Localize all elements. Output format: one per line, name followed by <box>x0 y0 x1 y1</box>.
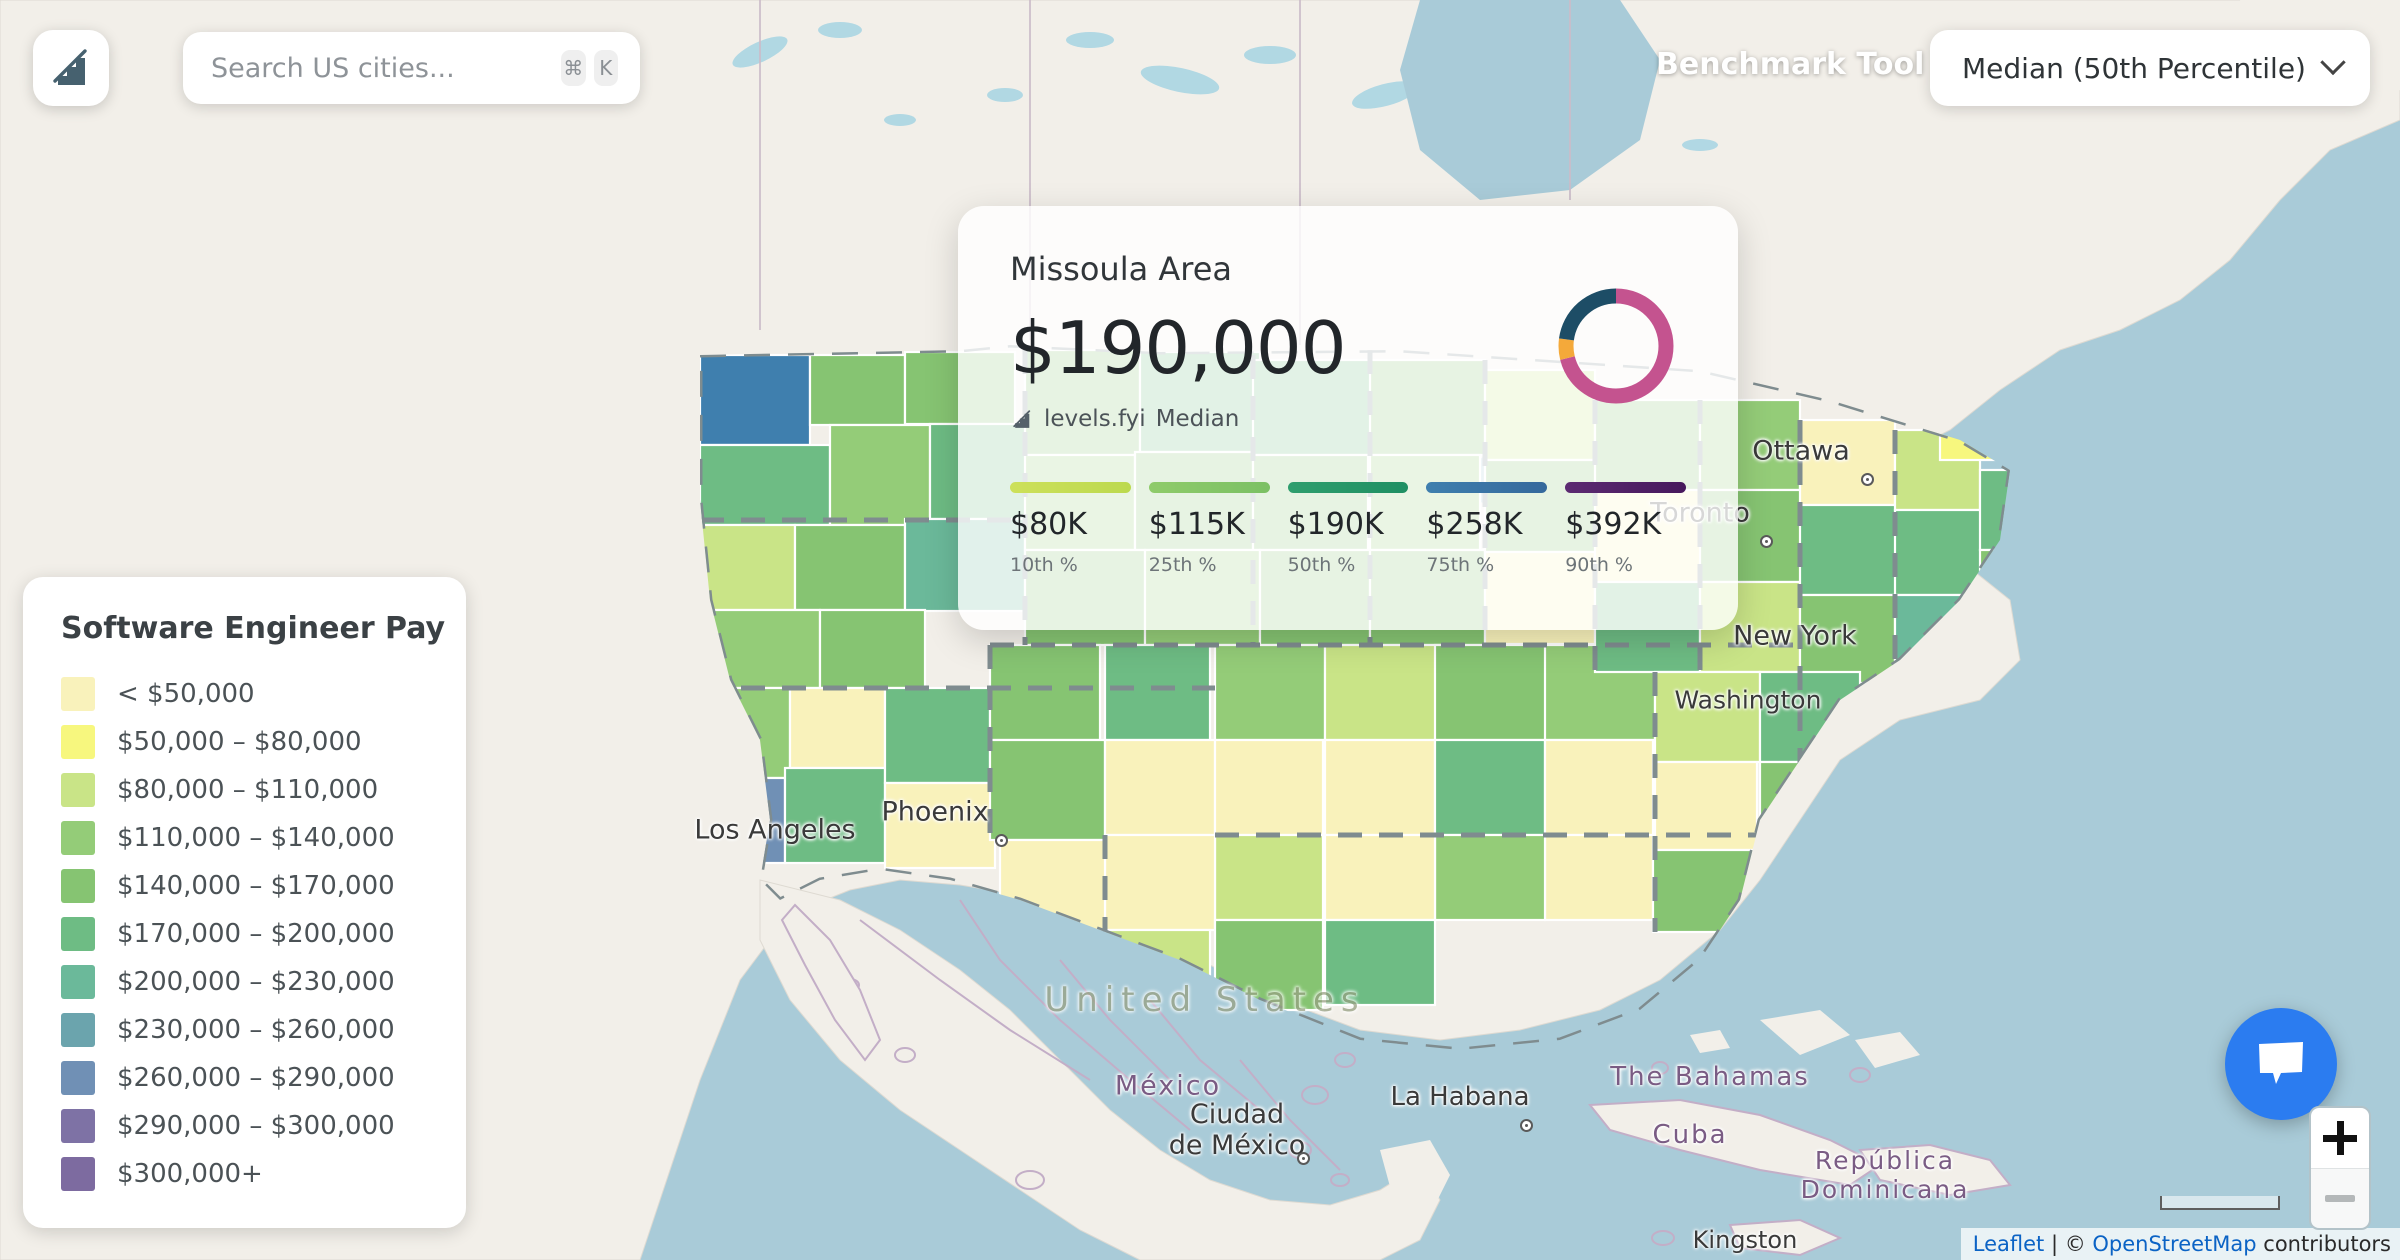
zoom-in-button[interactable] <box>2311 1108 2369 1168</box>
legend-item-label: $230,000 – $260,000 <box>117 1015 395 1045</box>
legend-item[interactable]: $230,000 – $260,000 <box>61 1006 466 1054</box>
legend-item-label: $200,000 – $230,000 <box>117 967 395 997</box>
minus-icon <box>2325 1195 2355 1202</box>
levels-fyi-logo-button[interactable] <box>33 30 109 106</box>
attribution-separator: | © <box>2044 1232 2093 1256</box>
map-application: OttawaTorontoNew YorkPhoenixLos AngelesW… <box>0 0 2400 1260</box>
percentile-value: $190K <box>1287 507 1384 542</box>
percentile-value: $392K <box>1565 507 1662 542</box>
percentile-label: 90th % <box>1565 554 1633 576</box>
legend-item-label: $290,000 – $300,000 <box>117 1111 395 1141</box>
legend-item-label: $260,000 – $290,000 <box>117 1063 395 1093</box>
legend-item-label: $50,000 – $80,000 <box>117 727 362 757</box>
legend-color-swatch <box>61 965 95 999</box>
percentile-cell: $258K 75th % <box>1426 482 1548 576</box>
benchmark-tool-link[interactable]: Benchmark Tool → <box>1656 47 1960 82</box>
chat-support-button[interactable] <box>2225 1008 2337 1120</box>
card-source-brand: levels.fyi <box>1044 406 1146 432</box>
legend-color-swatch <box>61 773 95 807</box>
percentile-bar <box>1010 482 1131 493</box>
kbd-command-badge: ⌘ <box>561 50 586 86</box>
zoom-out-button[interactable] <box>2311 1168 2369 1228</box>
donut-chart <box>1558 288 1674 404</box>
map-city-dot <box>1760 535 1773 548</box>
map-city-dot <box>1520 1119 1533 1132</box>
percentile-select-value: Median (50th Percentile) <box>1962 51 2306 85</box>
percentile-bar <box>1426 482 1548 493</box>
chat-bubble-icon <box>2259 1042 2303 1084</box>
legend-color-swatch <box>61 1013 95 1047</box>
legend-item[interactable]: $260,000 – $290,000 <box>61 1054 466 1102</box>
legend-item[interactable]: $170,000 – $200,000 <box>61 910 466 958</box>
location-info-card: Missoula Area $190,000 levels.fyi Median… <box>958 206 1738 630</box>
legend-color-swatch <box>61 1157 95 1191</box>
openstreetmap-link[interactable]: OpenStreetMap <box>2092 1232 2256 1256</box>
legend-color-swatch <box>61 821 95 855</box>
map-zoom-controls <box>2309 1106 2371 1230</box>
legend-color-swatch <box>61 677 95 711</box>
percentile-cell: $392K 90th % <box>1565 482 1686 576</box>
legend-color-swatch <box>61 917 95 951</box>
legend-item[interactable]: $200,000 – $230,000 <box>61 958 466 1006</box>
map-legend: Software Engineer Pay < $50,000 $50,000 –… <box>23 577 466 1228</box>
card-source-metric: Median <box>1155 406 1240 432</box>
legend-items: < $50,000 $50,000 – $80,000 $80,000 – $110… <box>61 670 466 1198</box>
legend-item-label: < $50,000 <box>117 679 255 709</box>
map-city-dot <box>1861 473 1874 486</box>
legend-item[interactable]: $290,000 – $300,000 <box>61 1102 466 1150</box>
map-scale-bar <box>2160 1196 2280 1210</box>
percentile-value: $115K <box>1148 507 1245 542</box>
kbd-k-badge: K <box>593 50 618 86</box>
legend-item[interactable]: $140,000 – $170,000 <box>61 862 466 910</box>
percentile-label: 10th % <box>1010 554 1078 576</box>
map-attribution: Leaflet | © OpenStreetMap contributors <box>1960 1228 2400 1260</box>
percentile-cell: $115K 25th % <box>1148 482 1270 576</box>
legend-item[interactable]: $50,000 – $80,000 <box>61 718 466 766</box>
percentile-cell: $80K 10th % <box>1010 482 1131 576</box>
percentile-breakdown-row: $80K 10th % $115K 25th % $190K 50th % $258K 75t… <box>1010 482 1686 576</box>
legend-item-label: $140,000 – $170,000 <box>117 871 395 901</box>
percentile-value: $80K <box>1010 507 1087 542</box>
legend-item[interactable]: $300,000+ <box>61 1150 466 1198</box>
levels-fyi-staircase-icon <box>1013 410 1031 428</box>
legend-color-swatch <box>61 1061 95 1095</box>
search-input[interactable] <box>211 52 553 84</box>
legend-item-label: $170,000 – $200,000 <box>117 919 395 949</box>
leaflet-link[interactable]: Leaflet <box>1973 1232 2045 1256</box>
map-city-dot <box>1297 1152 1310 1165</box>
legend-item[interactable]: $110,000 – $140,000 <box>61 814 466 862</box>
legend-item-label: $110,000 – $140,000 <box>117 823 395 853</box>
legend-color-swatch <box>61 869 95 903</box>
legend-title: Software Engineer Pay <box>61 611 446 646</box>
percentile-bar <box>1148 482 1270 493</box>
levels-fyi-staircase-icon <box>53 49 87 85</box>
legend-item-label: $80,000 – $110,000 <box>117 775 379 805</box>
percentile-bar <box>1565 482 1686 493</box>
legend-item-label: $300,000+ <box>117 1159 263 1189</box>
percentile-select[interactable]: Median (50th Percentile) <box>1930 30 2370 106</box>
map-city-dot <box>995 834 1008 847</box>
attribution-suffix: contributors <box>2256 1232 2391 1256</box>
percentile-label: 50th % <box>1287 554 1356 576</box>
legend-item[interactable]: $80,000 – $110,000 <box>61 766 466 814</box>
percentile-value: $258K <box>1426 507 1523 542</box>
legend-item[interactable]: < $50,000 <box>61 670 466 718</box>
chevron-down-icon <box>2320 49 2346 76</box>
legend-color-swatch <box>61 725 95 759</box>
percentile-label: 25th % <box>1148 554 1217 576</box>
percentile-label: 75th % <box>1426 554 1495 576</box>
legend-color-swatch <box>61 1109 95 1143</box>
percentile-bar <box>1287 482 1409 493</box>
search-bar[interactable]: ⌘ K <box>183 32 640 104</box>
percentile-cell: $190K 50th % <box>1287 482 1409 576</box>
